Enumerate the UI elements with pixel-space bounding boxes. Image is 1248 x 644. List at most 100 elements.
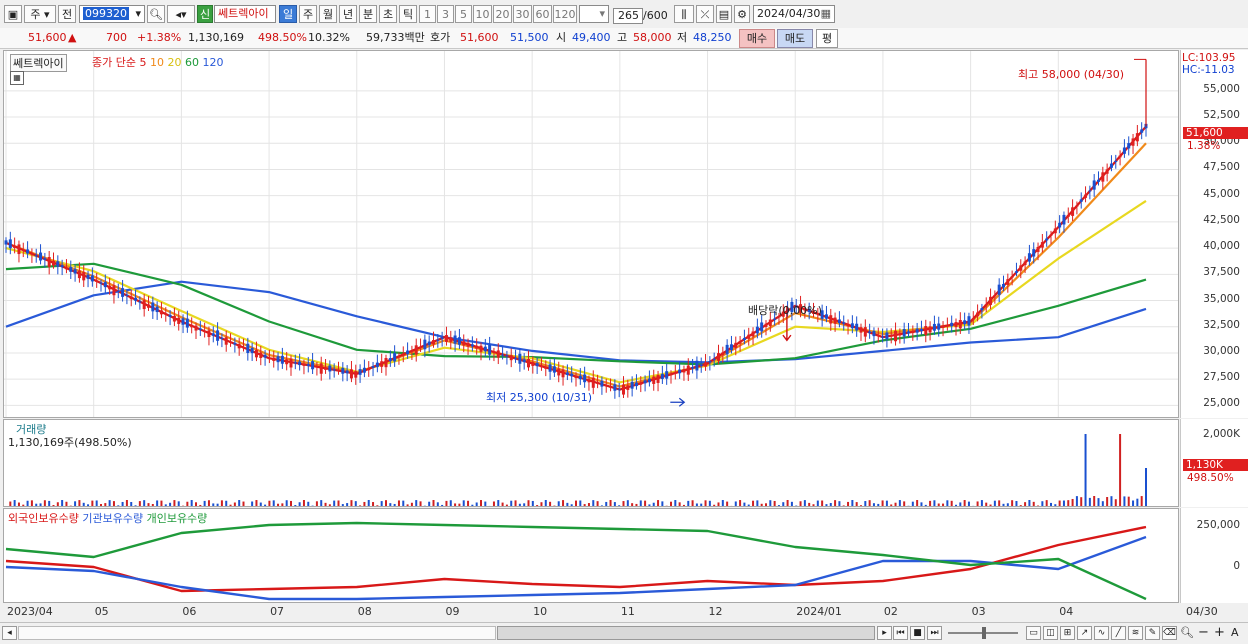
wave-icon[interactable]: ∿ xyxy=(1094,626,1109,640)
candle-body xyxy=(177,317,181,324)
holding-line-0 xyxy=(5,525,1147,593)
volume-bar xyxy=(363,501,366,506)
candle-body xyxy=(298,361,302,366)
all-toggle-button[interactable]: 전 xyxy=(58,5,76,23)
font-size-icon[interactable]: A xyxy=(1231,626,1239,639)
magnifier-icon[interactable]: 🔍︎ xyxy=(1180,626,1194,639)
gear-icon[interactable]: ⚙ xyxy=(734,5,750,23)
speaker-icon[interactable]: ◂▾ xyxy=(167,5,195,23)
volume-bar xyxy=(26,500,29,506)
period-year-button[interactable]: 년 xyxy=(339,5,357,23)
period-minute-button[interactable]: 분 xyxy=(359,5,377,23)
candle-type-icon[interactable]: ⫼ xyxy=(674,5,694,23)
scroll-left-icon[interactable]: ◂ xyxy=(2,626,17,640)
sell-button[interactable]: 매도 xyxy=(777,29,813,48)
volume-chart-pane[interactable]: 거래량 1,130,169주(498.50%) xyxy=(3,419,1179,507)
zoom-out-icon[interactable]: − xyxy=(1198,625,1209,640)
fibo-icon[interactable]: ≋ xyxy=(1128,626,1143,640)
split-icon[interactable]: ◫ xyxy=(1043,626,1058,640)
price-tick: 47,500 xyxy=(1203,161,1240,174)
scrollbar-thumb[interactable] xyxy=(497,626,875,640)
table-icon[interactable]: ▦ xyxy=(10,71,24,85)
volume-bar xyxy=(350,500,353,506)
calendar-icon[interactable]: ▦ xyxy=(821,6,831,22)
candle-body xyxy=(587,379,591,383)
zoom-slider-handle[interactable] xyxy=(982,627,986,639)
volume-bar xyxy=(855,502,858,506)
volume-bar xyxy=(359,505,362,506)
interval-30-button[interactable]: 30 xyxy=(513,5,532,23)
scroll-right-icon[interactable]: ▸ xyxy=(877,626,892,640)
interval-20-button[interactable]: 20 xyxy=(493,5,512,23)
stop-icon[interactable]: ■ xyxy=(910,626,925,640)
volume-bar xyxy=(682,504,685,506)
interval-3-button[interactable]: 3 xyxy=(437,5,454,23)
period-tick-button[interactable]: 틱 xyxy=(399,5,417,23)
volume-bar xyxy=(808,502,811,506)
candle-body xyxy=(1002,283,1005,288)
volume-bar xyxy=(397,500,400,506)
volume-bar xyxy=(894,502,897,506)
price-chart[interactable] xyxy=(4,51,1179,418)
volume-bar xyxy=(713,504,716,506)
zoom-in-icon[interactable]: + xyxy=(1214,625,1225,640)
price-tick: 25,000 xyxy=(1203,397,1240,410)
chart-layout-icon[interactable]: ▣ xyxy=(4,5,22,23)
layout-icon[interactable]: ▭ xyxy=(1026,626,1041,640)
draw-line-icon[interactable]: ╱ xyxy=(1111,626,1126,640)
market-select[interactable]: 주 ▾ xyxy=(24,5,56,23)
rewind-icon[interactable]: ⏮ xyxy=(893,626,908,640)
price-pane-title[interactable]: 쎄트렉아이 xyxy=(10,54,67,72)
candle-body xyxy=(531,362,535,366)
trend-icon[interactable]: ↗ xyxy=(1077,626,1092,640)
data-count-input[interactable]: 265 xyxy=(613,8,643,24)
chevron-down-icon[interactable]: ▾ xyxy=(599,6,605,22)
volume-bar xyxy=(242,501,245,506)
custom-interval-select[interactable]: ▾ xyxy=(579,5,609,23)
eraser-icon[interactable]: ⌫ xyxy=(1162,626,1177,640)
candle-body xyxy=(894,330,898,342)
crosshair-icon[interactable]: ⤫ xyxy=(696,5,714,23)
volume-bar xyxy=(760,503,763,506)
candle-body xyxy=(311,361,315,370)
grid-icon[interactable]: ⊞ xyxy=(1060,626,1075,640)
brush-icon[interactable]: ✎ xyxy=(1145,626,1160,640)
volume-bar xyxy=(238,500,241,506)
interval-120-button[interactable]: 120 xyxy=(553,5,577,23)
candle-body xyxy=(773,318,777,320)
price-chart-pane[interactable]: 쎄트렉아이 종가 단순 5 10 20 60 120 ▦ 최고 58,000 (… xyxy=(3,50,1179,418)
volume-bar xyxy=(687,500,690,506)
candle-body xyxy=(8,239,12,249)
volume-bar xyxy=(9,501,12,506)
search-icon[interactable]: 🔍︎ xyxy=(147,5,165,23)
fast-forward-icon[interactable]: ⏭ xyxy=(927,626,942,640)
volume-bar xyxy=(475,502,478,506)
up-arrow-icon: ▲ xyxy=(68,31,77,44)
candle-body xyxy=(263,354,267,358)
interval-5-button[interactable]: 5 xyxy=(455,5,472,23)
stock-name-field[interactable]: 쎄트렉아이 xyxy=(214,5,276,23)
period-month-button[interactable]: 월 xyxy=(319,5,337,23)
period-day-button[interactable]: 일 xyxy=(279,5,297,23)
interval-10-button[interactable]: 10 xyxy=(473,5,492,23)
date-input[interactable]: 2024/04/30 ▦ xyxy=(753,5,835,23)
candle-body xyxy=(1105,169,1109,174)
horizontal-scrollbar[interactable] xyxy=(18,626,496,640)
volume-bar xyxy=(670,501,672,506)
period-week-button[interactable]: 주 xyxy=(299,5,317,23)
volume-bar xyxy=(78,500,81,506)
buy-button[interactable]: 매수 xyxy=(739,29,775,48)
candle-body xyxy=(349,369,353,379)
interval-60-button[interactable]: 60 xyxy=(533,5,552,23)
candle-body xyxy=(345,370,349,374)
interval-1-button[interactable]: 1 xyxy=(419,5,436,23)
save-icon[interactable]: ▤ xyxy=(716,5,732,23)
average-price-button[interactable]: 평 xyxy=(816,29,838,48)
volume-bar xyxy=(328,504,331,506)
volume-bar xyxy=(354,501,357,506)
holding-chart-pane[interactable]: 외국인보유수량 기관보유수량 개인보유수량 xyxy=(3,508,1179,603)
period-second-button[interactable]: 초 xyxy=(379,5,397,23)
stock-code-input[interactable]: 099320 ▾ xyxy=(79,5,145,23)
chevron-down-icon[interactable]: ▾ xyxy=(135,6,141,22)
volume-bar xyxy=(87,504,90,506)
